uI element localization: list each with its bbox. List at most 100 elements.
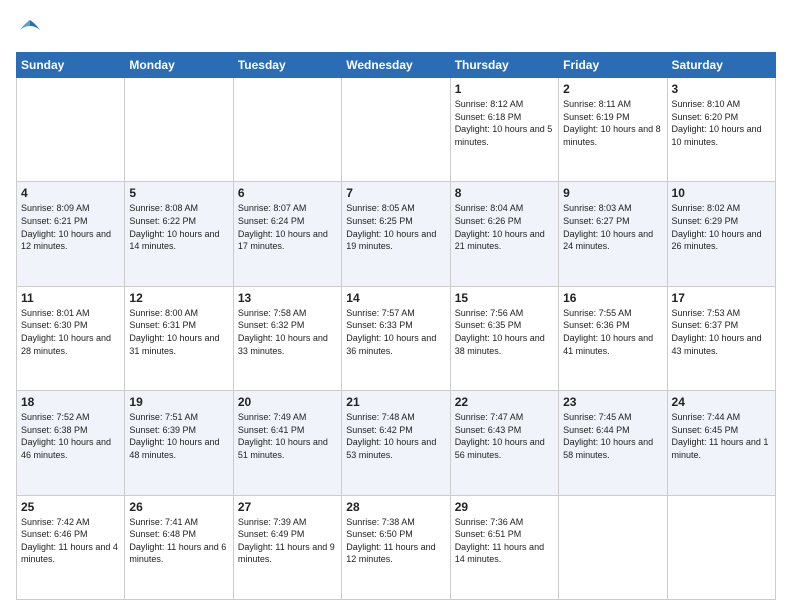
day-info: Sunrise: 7:41 AM Sunset: 6:48 PM Dayligh… [129,516,228,566]
day-number: 4 [21,186,120,200]
day-info: Sunrise: 8:10 AM Sunset: 6:20 PM Dayligh… [672,98,771,148]
calendar-cell: 24 Sunrise: 7:44 AM Sunset: 6:45 PM Dayli… [667,391,775,495]
calendar-cell: 20 Sunrise: 7:49 AM Sunset: 6:41 PM Dayli… [233,391,341,495]
day-info: Sunrise: 8:12 AM Sunset: 6:18 PM Dayligh… [455,98,554,148]
day-number: 29 [455,500,554,514]
calendar-cell: 14 Sunrise: 7:57 AM Sunset: 6:33 PM Dayli… [342,286,450,390]
calendar-cell [667,495,775,599]
calendar-cell [233,78,341,182]
day-number: 21 [346,395,445,409]
calendar-cell: 1 Sunrise: 8:12 AM Sunset: 6:18 PM Daylig… [450,78,558,182]
page: SundayMondayTuesdayWednesdayThursdayFrid… [0,0,792,612]
day-number: 25 [21,500,120,514]
day-info: Sunrise: 7:58 AM Sunset: 6:32 PM Dayligh… [238,307,337,357]
logo [16,16,48,44]
header [16,16,776,44]
day-info: Sunrise: 8:05 AM Sunset: 6:25 PM Dayligh… [346,202,445,252]
calendar-cell: 27 Sunrise: 7:39 AM Sunset: 6:49 PM Dayli… [233,495,341,599]
day-number: 27 [238,500,337,514]
day-info: Sunrise: 8:00 AM Sunset: 6:31 PM Dayligh… [129,307,228,357]
day-number: 23 [563,395,662,409]
calendar-cell [342,78,450,182]
calendar-week-row: 1 Sunrise: 8:12 AM Sunset: 6:18 PM Daylig… [17,78,776,182]
day-number: 6 [238,186,337,200]
weekday-header-thursday: Thursday [450,53,558,78]
day-number: 3 [672,82,771,96]
day-info: Sunrise: 8:01 AM Sunset: 6:30 PM Dayligh… [21,307,120,357]
day-number: 5 [129,186,228,200]
day-info: Sunrise: 7:55 AM Sunset: 6:36 PM Dayligh… [563,307,662,357]
weekday-header-monday: Monday [125,53,233,78]
day-info: Sunrise: 8:11 AM Sunset: 6:19 PM Dayligh… [563,98,662,148]
day-number: 20 [238,395,337,409]
day-number: 15 [455,291,554,305]
calendar-cell: 17Sunrise: 7:53 AM Sunset: 6:37 PM Dayli… [667,286,775,390]
day-number: 26 [129,500,228,514]
day-info: Sunrise: 8:07 AM Sunset: 6:24 PM Dayligh… [238,202,337,252]
day-info: Sunrise: 7:39 AM Sunset: 6:49 PM Dayligh… [238,516,337,566]
day-info: Sunrise: 7:42 AM Sunset: 6:46 PM Dayligh… [21,516,120,566]
day-number: 7 [346,186,445,200]
day-number: 16 [563,291,662,305]
day-info: Sunrise: 7:48 AM Sunset: 6:42 PM Dayligh… [346,411,445,461]
weekday-header-row: SundayMondayTuesdayWednesdayThursdayFrid… [17,53,776,78]
calendar-cell: 12Sunrise: 8:00 AM Sunset: 6:31 PM Dayli… [125,286,233,390]
day-info: Sunrise: 7:36 AM Sunset: 6:51 PM Dayligh… [455,516,554,566]
day-info: Sunrise: 7:47 AM Sunset: 6:43 PM Dayligh… [455,411,554,461]
day-info: Sunrise: 7:57 AM Sunset: 6:33 PM Dayligh… [346,307,445,357]
calendar-cell: 19 Sunrise: 7:51 AM Sunset: 6:39 PM Dayli… [125,391,233,495]
day-info: Sunrise: 7:51 AM Sunset: 6:39 PM Dayligh… [129,411,228,461]
day-info: Sunrise: 7:49 AM Sunset: 6:41 PM Dayligh… [238,411,337,461]
day-number: 28 [346,500,445,514]
day-number: 19 [129,395,228,409]
logo-icon [16,16,44,44]
day-info: Sunrise: 7:56 AM Sunset: 6:35 PM Dayligh… [455,307,554,357]
calendar-table: SundayMondayTuesdayWednesdayThursdayFrid… [16,52,776,600]
day-info: Sunrise: 7:45 AM Sunset: 6:44 PM Dayligh… [563,411,662,461]
day-number: 24 [672,395,771,409]
day-number: 14 [346,291,445,305]
day-info: Sunrise: 7:53 AM Sunset: 6:37 PM Dayligh… [672,307,771,357]
day-number: 18 [21,395,120,409]
calendar-cell: 28 Sunrise: 7:38 AM Sunset: 6:50 PM Dayli… [342,495,450,599]
day-info: Sunrise: 7:44 AM Sunset: 6:45 PM Dayligh… [672,411,771,461]
weekday-header-sunday: Sunday [17,53,125,78]
calendar-cell: 21 Sunrise: 7:48 AM Sunset: 6:42 PM Dayli… [342,391,450,495]
calendar-cell: 2 Sunrise: 8:11 AM Sunset: 6:19 PM Daylig… [559,78,667,182]
day-number: 10 [672,186,771,200]
day-number: 22 [455,395,554,409]
day-info: Sunrise: 8:04 AM Sunset: 6:26 PM Dayligh… [455,202,554,252]
calendar-cell: 23 Sunrise: 7:45 AM Sunset: 6:44 PM Dayli… [559,391,667,495]
calendar-cell: 7 Sunrise: 8:05 AM Sunset: 6:25 PM Daylig… [342,182,450,286]
day-info: Sunrise: 8:03 AM Sunset: 6:27 PM Dayligh… [563,202,662,252]
calendar-cell: 5 Sunrise: 8:08 AM Sunset: 6:22 PM Daylig… [125,182,233,286]
day-info: Sunrise: 8:02 AM Sunset: 6:29 PM Dayligh… [672,202,771,252]
day-info: Sunrise: 8:08 AM Sunset: 6:22 PM Dayligh… [129,202,228,252]
calendar-cell: 4Sunrise: 8:09 AM Sunset: 6:21 PM Daylig… [17,182,125,286]
calendar-cell: 15 Sunrise: 7:56 AM Sunset: 6:35 PM Dayli… [450,286,558,390]
day-number: 1 [455,82,554,96]
calendar-cell: 16 Sunrise: 7:55 AM Sunset: 6:36 PM Dayli… [559,286,667,390]
calendar-cell: 9Sunrise: 8:03 AM Sunset: 6:27 PM Daylig… [559,182,667,286]
weekday-header-saturday: Saturday [667,53,775,78]
day-info: Sunrise: 7:38 AM Sunset: 6:50 PM Dayligh… [346,516,445,566]
weekday-header-tuesday: Tuesday [233,53,341,78]
calendar-cell: 18Sunrise: 7:52 AM Sunset: 6:38 PM Dayli… [17,391,125,495]
calendar-week-row: 18Sunrise: 7:52 AM Sunset: 6:38 PM Dayli… [17,391,776,495]
calendar-week-row: 11 Sunrise: 8:01 AM Sunset: 6:30 PM Dayli… [17,286,776,390]
calendar-cell [125,78,233,182]
calendar-cell: 6 Sunrise: 8:07 AM Sunset: 6:24 PM Daylig… [233,182,341,286]
weekday-header-friday: Friday [559,53,667,78]
calendar-cell: 26 Sunrise: 7:41 AM Sunset: 6:48 PM Dayli… [125,495,233,599]
calendar-cell: 25 Sunrise: 7:42 AM Sunset: 6:46 PM Dayli… [17,495,125,599]
calendar-cell: 29 Sunrise: 7:36 AM Sunset: 6:51 PM Dayli… [450,495,558,599]
day-number: 2 [563,82,662,96]
calendar-cell [559,495,667,599]
weekday-header-wednesday: Wednesday [342,53,450,78]
calendar-cell: 10 Sunrise: 8:02 AM Sunset: 6:29 PM Dayli… [667,182,775,286]
calendar-week-row: 25 Sunrise: 7:42 AM Sunset: 6:46 PM Dayli… [17,495,776,599]
calendar-cell: 11 Sunrise: 8:01 AM Sunset: 6:30 PM Dayli… [17,286,125,390]
day-number: 11 [21,291,120,305]
day-number: 8 [455,186,554,200]
calendar-cell: 3 Sunrise: 8:10 AM Sunset: 6:20 PM Daylig… [667,78,775,182]
